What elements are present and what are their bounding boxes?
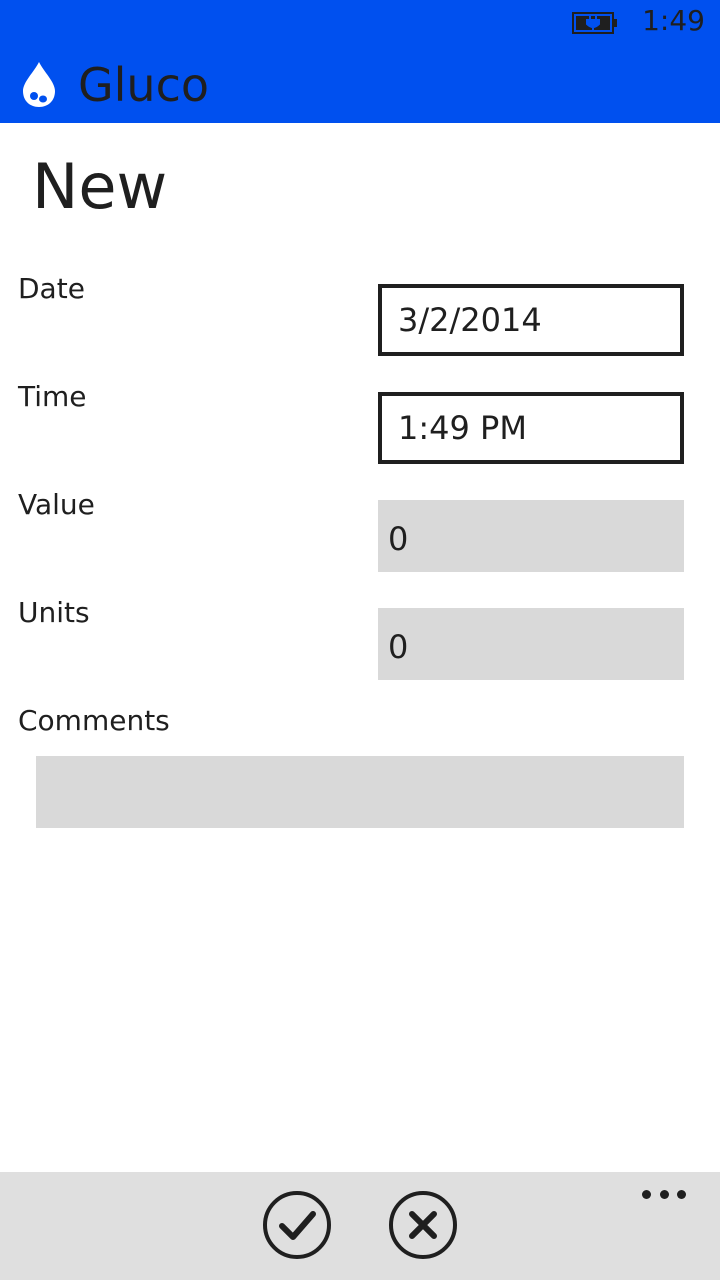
app-bar	[0, 1172, 720, 1280]
time-label: Time	[18, 380, 87, 413]
water-drop-icon	[23, 62, 55, 107]
comments-label: Comments	[18, 704, 170, 737]
ellipsis-dot	[642, 1189, 651, 1199]
ellipsis-icon[interactable]	[642, 1186, 686, 1202]
app-header: 1:49 Gluco	[0, 0, 720, 123]
time-picker[interactable]: 1:49 PM	[378, 392, 684, 464]
date-label: Date	[18, 272, 85, 305]
battery-charging-icon	[572, 12, 617, 34]
close-icon[interactable]	[388, 1190, 458, 1260]
date-picker[interactable]: 3/2/2014	[378, 284, 684, 356]
status-time: 1:49	[642, 4, 705, 37]
check-icon[interactable]	[262, 1190, 332, 1260]
value-input[interactable]: 0	[378, 500, 684, 572]
page-title: New	[32, 150, 168, 223]
ellipsis-dot	[659, 1189, 669, 1199]
ellipsis-dot	[677, 1189, 686, 1199]
value-label: Value	[18, 488, 95, 521]
units-label: Units	[18, 596, 90, 629]
units-input[interactable]: 0	[378, 608, 684, 680]
app-title: Gluco	[78, 58, 210, 112]
comments-input[interactable]	[36, 756, 684, 828]
